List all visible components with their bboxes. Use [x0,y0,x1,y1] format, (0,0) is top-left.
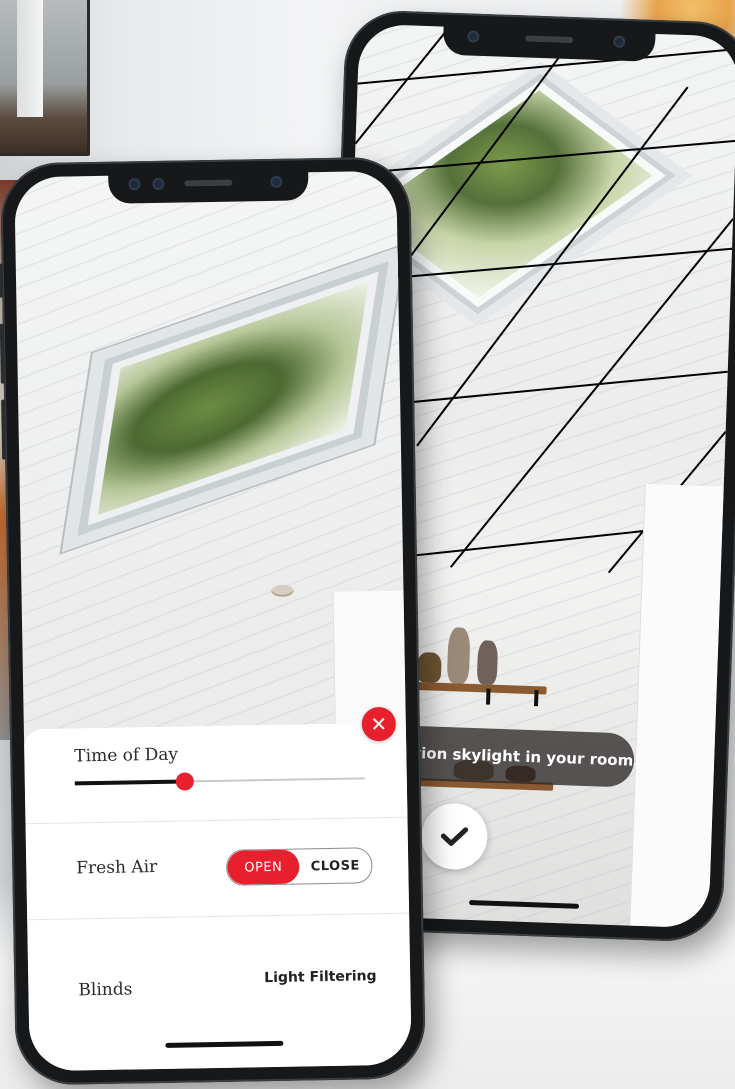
skylight-scene-view: ✕ Time of Day Fresh Air OPEN CLOSE Blind… [14,170,412,1072]
phone-skylight-controls: ✕ Time of Day Fresh Air OPEN CLOSE Blind… [0,156,427,1086]
vase [416,652,442,683]
divider [27,912,410,921]
camera-icon [270,175,283,188]
shelf-bracket [533,690,539,707]
blinds-label: Blinds [78,979,133,1001]
close-icon: ✕ [370,711,388,737]
mute-switch [0,263,4,298]
speaker-grille [184,179,233,187]
vase [476,640,499,685]
slider-fill [74,779,186,786]
home-indicator[interactable] [165,1040,284,1048]
fresh-air-close-option[interactable]: CLOSE [299,848,372,883]
camera-icon [467,30,480,43]
slider-thumb[interactable] [175,772,195,791]
fresh-air-toggle[interactable]: OPEN CLOSE [225,847,373,886]
volume-up-button [0,323,5,384]
kitchen-cabinet [629,483,724,929]
shelf-bracket [485,688,491,705]
fresh-air-open-option[interactable]: OPEN [227,849,300,885]
close-button[interactable]: ✕ [361,706,397,742]
background-photo [0,0,90,156]
checkmark-icon [440,827,469,846]
camera-icon [128,178,141,191]
camera-icon [613,35,626,48]
camera-icon [152,177,165,190]
phone-notch [108,170,309,204]
fresh-air-label: Fresh Air [76,857,158,879]
time-of-day-slider[interactable] [74,772,365,791]
time-of-day-label: Time of Day [74,744,179,767]
controls-panel: ✕ Time of Day Fresh Air OPEN CLOSE Blind… [23,706,412,1072]
background-door [17,0,43,117]
blinds-value[interactable]: Light Filtering [264,968,377,986]
divider [25,816,408,825]
volume-down-button [1,399,7,460]
speaker-grille [525,35,574,44]
vase [446,627,471,684]
